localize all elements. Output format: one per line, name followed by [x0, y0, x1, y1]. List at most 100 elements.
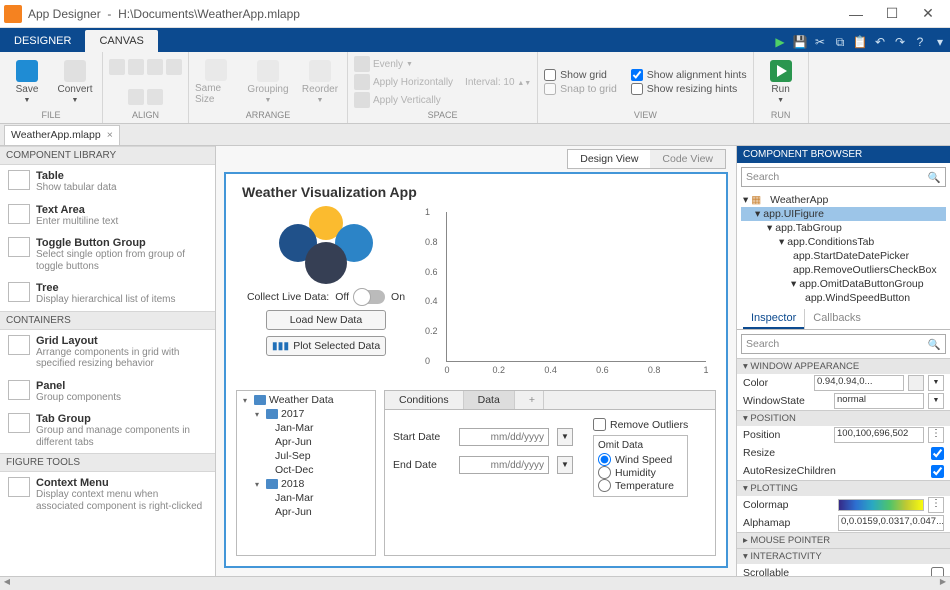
apply-horiz-icon [354, 74, 370, 90]
end-date-picker[interactable] [459, 456, 549, 474]
color-swatch[interactable] [908, 375, 924, 391]
convert-button[interactable]: Convert▼ [54, 60, 96, 104]
uiaxes[interactable]: 1 0.8 0.6 0.4 0.2 0 0 0.2 0.4 0.6 0.8 1 [446, 212, 706, 362]
play-icon [770, 60, 792, 82]
section-plotting[interactable]: ▾ PLOTTING [737, 480, 950, 496]
resize-checkbox[interactable] [931, 447, 944, 460]
tab-group[interactable]: Conditions Data + Start Date▼ End Date▼ … [384, 390, 716, 556]
section-mouse[interactable]: ▸ MOUSE POINTER [737, 532, 950, 548]
run-icon[interactable]: ▶ [770, 32, 790, 52]
apply-vert-icon [354, 92, 370, 108]
colormap-swatch[interactable] [838, 499, 924, 511]
alphamap-field[interactable]: 0,0.0159,0.0317,0.047... [838, 515, 944, 531]
align-bottom-icon[interactable] [147, 89, 163, 105]
callbacks-tab[interactable]: Callbacks [804, 309, 869, 329]
figure-tools-header: FIGURE TOOLS [0, 453, 215, 472]
cut-icon[interactable]: ✂ [810, 32, 830, 52]
autoresize-checkbox[interactable] [931, 465, 944, 478]
color-field[interactable]: 0.94,0.94,0... [814, 375, 904, 391]
tab-designer[interactable]: DESIGNER [0, 30, 85, 52]
alignment-hints-checkbox[interactable]: Show alignment hints [631, 69, 747, 81]
save-button[interactable]: Save▼ [6, 60, 48, 104]
component-browser-header: COMPONENT BROWSER [737, 146, 950, 163]
tab-conditions[interactable]: Conditions [385, 391, 464, 409]
paste-icon[interactable]: 📋 [850, 32, 870, 52]
run-button[interactable]: Run▼ [760, 60, 802, 104]
humidity-radio[interactable]: Humidity [598, 466, 683, 479]
align-center-icon[interactable] [128, 59, 144, 75]
close-tab-icon[interactable]: × [107, 129, 113, 141]
dropdown-icon[interactable]: ▼ [928, 375, 944, 391]
redo-icon[interactable]: ↷ [890, 32, 910, 52]
scroll-left-icon[interactable]: ◀ [0, 577, 14, 590]
save-icon[interactable]: 💾 [790, 32, 810, 52]
more-icon[interactable]: ⋮ [928, 427, 944, 443]
more-icon[interactable]: ⋮ [928, 497, 944, 513]
library-item-gridlayout[interactable]: Grid LayoutArrange components in grid wi… [0, 330, 215, 375]
weather-image-icon [271, 206, 381, 284]
tab-data[interactable]: Data [464, 391, 515, 409]
collect-live-switch[interactable] [355, 290, 385, 304]
start-date-picker[interactable] [459, 428, 549, 446]
temperature-radio[interactable]: Temperature [598, 479, 683, 492]
minimize-ribbon-icon[interactable]: ▾ [930, 32, 950, 52]
evenly-icon [354, 56, 370, 72]
section-window-appearance[interactable]: ▾ WINDOW APPEARANCE [737, 358, 950, 374]
library-item-tree[interactable]: TreeDisplay hierarchical list of items [0, 277, 215, 311]
align-top-icon[interactable] [166, 59, 182, 75]
weather-data-tree[interactable]: ▾Weather Data ▾2017 Jan-Mar Apr-Jun Jul-… [236, 390, 376, 556]
folder-icon [266, 409, 278, 419]
plot-selected-button[interactable]: ▮▮▮Plot Selected Data [266, 336, 386, 356]
start-date-label: Start Date [393, 431, 451, 443]
library-item-panel[interactable]: PanelGroup components [0, 375, 215, 409]
windowstate-field[interactable]: normal [834, 393, 924, 409]
section-position[interactable]: ▾ POSITION [737, 410, 950, 426]
browser-search-input[interactable]: Search🔍 [741, 167, 946, 187]
ribbon-group-space: Evenly▼ Apply Horizontally Apply Vertica… [348, 52, 538, 123]
library-item-textarea[interactable]: Text AreaEnter multiline text [0, 199, 215, 233]
snap-grid-checkbox[interactable]: Snap to grid [544, 83, 617, 95]
section-interactivity[interactable]: ▾ INTERACTIVITY [737, 548, 950, 564]
title-bar: App Designer - H:\Documents\WeatherApp.m… [0, 0, 950, 28]
tab-canvas[interactable]: CANVAS [85, 30, 157, 52]
tab-add[interactable]: + [515, 391, 544, 409]
scrollable-checkbox[interactable] [931, 567, 944, 577]
scroll-right-icon[interactable]: ▶ [936, 577, 950, 590]
uifigure[interactable]: Weather Visualization App Collect Live D… [224, 172, 728, 568]
copy-icon[interactable]: ⧉ [830, 32, 850, 52]
reorder-button[interactable]: Reorder▼ [299, 60, 341, 104]
align-middle-icon[interactable] [128, 89, 144, 105]
convert-icon [64, 60, 86, 82]
component-tree[interactable]: ▾▦ WeatherApp ▾app.UIFigure ▾app.TabGrou… [737, 191, 950, 309]
grid-icon [8, 335, 30, 355]
resizing-hints-checkbox[interactable]: Show resizing hints [631, 83, 747, 95]
code-view-button[interactable]: Code View [650, 150, 725, 168]
document-tab[interactable]: WeatherApp.mlapp× [4, 125, 120, 145]
dropdown-icon[interactable]: ▼ [928, 393, 944, 409]
library-item-tabgroup[interactable]: Tab GroupGroup and manage components in … [0, 408, 215, 453]
load-new-data-button[interactable]: Load New Data [266, 310, 386, 330]
grouping-button[interactable]: Grouping▼ [247, 60, 289, 104]
minimize-button[interactable]: — [838, 2, 874, 26]
inspector-tab[interactable]: Inspector [743, 309, 804, 329]
design-view-button[interactable]: Design View [568, 150, 650, 168]
inspector-search-input[interactable]: Search🔍 [741, 334, 946, 354]
position-field[interactable]: 100,100,696,502 [834, 427, 924, 443]
library-item-contextmenu[interactable]: Context MenuDisplay context menu when as… [0, 472, 215, 517]
close-button[interactable]: ✕ [910, 2, 946, 26]
remove-outliers-checkbox[interactable]: Remove Outliers [593, 418, 688, 431]
align-right-icon[interactable] [147, 59, 163, 75]
maximize-button[interactable]: ☐ [874, 2, 910, 26]
align-left-icon[interactable] [109, 59, 125, 75]
dropdown-icon[interactable]: ▼ [557, 456, 573, 474]
wind-speed-radio[interactable]: Wind Speed [598, 453, 683, 466]
help-icon[interactable]: ? [910, 32, 930, 52]
library-item-table[interactable]: TableShow tabular data [0, 165, 215, 199]
app-title-label: Weather Visualization App [242, 184, 716, 200]
show-grid-checkbox[interactable]: Show grid [544, 69, 617, 81]
undo-icon[interactable]: ↶ [870, 32, 890, 52]
dropdown-icon[interactable]: ▼ [557, 428, 573, 446]
same-size-button[interactable]: Same Size [195, 59, 237, 105]
library-item-togglebuttongroup[interactable]: Toggle Button GroupSelect single option … [0, 232, 215, 277]
end-date-label: End Date [393, 459, 451, 471]
